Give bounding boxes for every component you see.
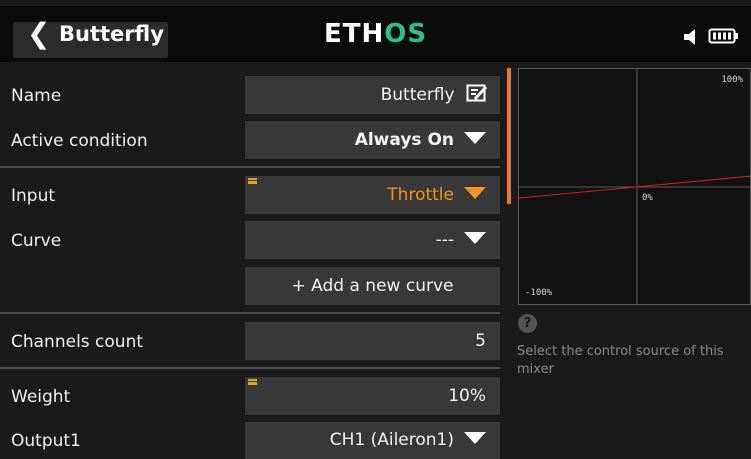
section-divider bbox=[0, 166, 500, 168]
section-divider bbox=[0, 367, 500, 369]
edit-icon bbox=[466, 84, 488, 102]
active-condition-label: Active condition bbox=[11, 131, 148, 151]
output1-value-wrap: CH1 (Aileron1) bbox=[330, 421, 486, 459]
dropdown-arrow-icon bbox=[464, 187, 486, 199]
page-title: Butterfly bbox=[59, 22, 164, 46]
name-value-wrap: Butterfly bbox=[381, 76, 488, 114]
help-text: Select the control source of this mixer bbox=[517, 344, 724, 377]
input-value-wrap: Throttle bbox=[387, 176, 486, 214]
name-label: Name bbox=[11, 86, 62, 106]
weight-field[interactable]: 10% bbox=[245, 377, 500, 415]
active-condition-value: Always On bbox=[354, 130, 454, 150]
channels-count-value: 5 bbox=[475, 331, 486, 351]
dropdown-arrow-icon bbox=[464, 132, 486, 144]
scrollbar[interactable] bbox=[507, 68, 511, 204]
output1-value: CH1 (Aileron1) bbox=[329, 430, 454, 450]
curve-dropdown[interactable]: --- bbox=[245, 221, 500, 259]
chevron-left-icon[interactable]: ❮ bbox=[27, 16, 50, 52]
logo-text-main: ETH bbox=[324, 19, 385, 49]
graph-bottom-label: -100% bbox=[525, 288, 553, 298]
speaker-icon[interactable] bbox=[683, 27, 705, 47]
input-label: Input bbox=[11, 186, 56, 206]
battery-icon bbox=[708, 28, 738, 44]
graph-top-label: 100% bbox=[721, 75, 743, 85]
name-value: Butterfly bbox=[380, 85, 455, 105]
curve-value: --- bbox=[435, 230, 454, 250]
output1-dropdown[interactable]: CH1 (Aileron1) bbox=[245, 422, 500, 459]
question-icon: ? bbox=[518, 314, 537, 333]
dropdown-arrow-icon bbox=[464, 232, 486, 244]
logo-text-accent: OS bbox=[384, 19, 428, 49]
dropdown-arrow-icon bbox=[464, 432, 486, 444]
output1-label: Output1 bbox=[11, 431, 81, 451]
menu-icon bbox=[248, 178, 257, 184]
channels-count-field[interactable]: 5 bbox=[245, 322, 500, 360]
input-value: Throttle bbox=[387, 185, 454, 205]
ethos-logo: ETHOS bbox=[324, 18, 427, 50]
active-condition-dropdown[interactable]: Always On bbox=[245, 121, 500, 159]
curve-value-wrap: --- bbox=[436, 221, 486, 259]
channels-count-label: Channels count bbox=[11, 332, 144, 352]
input-source-dropdown[interactable]: Throttle bbox=[245, 176, 500, 214]
graph-center-label: 0% bbox=[642, 193, 653, 203]
active-condition-value-wrap: Always On bbox=[355, 121, 486, 159]
curve-label: Curve bbox=[11, 231, 62, 251]
add-curve-button[interactable]: + Add a new curve bbox=[245, 267, 500, 305]
name-field[interactable]: Butterfly bbox=[245, 76, 500, 114]
graph-canvas bbox=[519, 69, 750, 304]
screen: ❮ Butterfly ETHOS Name Butterfly Active … bbox=[0, 0, 751, 459]
add-curve-label: + Add a new curve bbox=[291, 276, 454, 296]
mixer-curve-graph: 100% 0% -100% bbox=[518, 68, 751, 305]
section-divider bbox=[0, 312, 500, 314]
weight-label: Weight bbox=[11, 387, 71, 407]
weight-value: 10% bbox=[448, 386, 486, 406]
menu-icon bbox=[248, 379, 257, 385]
